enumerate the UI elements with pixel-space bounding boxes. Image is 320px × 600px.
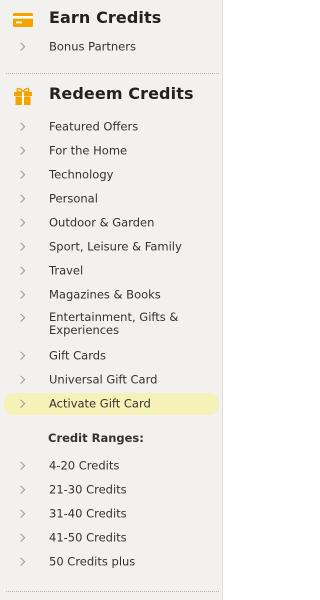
nav-item-label: Technology [49,167,114,182]
section-divider [6,591,219,592]
nav-item-for-the-home[interactable]: For the Home [4,141,219,161]
earn-credits-header: Earn Credits [0,7,223,33]
nav-item-magazines-books[interactable]: Magazines & Books [4,285,219,305]
nav-item-label: 41-50 Credits [49,530,127,545]
nav-item-travel[interactable]: Travel [4,261,219,281]
nav-item-label: 4-20 Credits [49,458,120,473]
nav-item-label: 21-30 Credits [49,482,127,497]
nav-item-bonus-partners[interactable]: Bonus Partners [4,37,219,57]
chevron-right-icon [16,242,26,251]
chevron-right-icon [16,533,26,542]
sidebar: Earn Credits Bonus Partners Redeem Credi… [0,0,223,600]
nav-item-label: Magazines & Books [49,287,161,302]
nav-item-credits-41-50[interactable]: 41-50 Credits [4,528,219,548]
chevron-right-icon [16,375,26,384]
nav-item-personal[interactable]: Personal [4,189,219,209]
nav-item-label: Travel [49,263,84,278]
nav-item-label: Sport, Leisure & Family [49,239,182,254]
chevron-right-icon [16,218,26,227]
nav-item-credits-21-30[interactable]: 21-30 Credits [4,480,219,500]
chevron-right-icon [16,266,26,275]
nav-item-label: Outdoor & Garden [49,215,155,230]
nav-item-credits-31-40[interactable]: 31-40 Credits [4,504,219,524]
chevron-right-icon [16,290,26,299]
nav-item-technology[interactable]: Technology [4,165,219,185]
nav-item-label: Activate Gift Card [49,396,151,411]
chevron-right-icon [16,42,26,51]
nav-item-universal-gift-card[interactable]: Universal Gift Card [4,370,219,390]
nav-item-label: Personal [49,191,98,206]
chevron-right-icon [16,485,26,494]
nav-item-label: For the Home [49,143,128,158]
nav-item-credits-4-20[interactable]: 4-20 Credits [4,456,219,476]
nav-item-gift-cards[interactable]: Gift Cards [4,346,219,366]
nav-item-outdoor-garden[interactable]: Outdoor & Garden [4,213,219,233]
chevron-right-icon [16,351,26,360]
nav-item-label: Entertainment, Gifts & Experiences [49,310,179,337]
chevron-right-icon [16,557,26,566]
chevron-right-icon [16,399,26,408]
earn-credits-title: Earn Credits [49,8,162,27]
redeem-credits-header: Redeem Credits [0,83,223,109]
nav-item-label: Universal Gift Card [49,372,158,387]
nav-item-label: 50 Credits plus [49,554,136,569]
section-divider [6,73,219,74]
chevron-right-icon [16,146,26,155]
nav-item-sport-leisure-family[interactable]: Sport, Leisure & Family [4,237,219,257]
nav-item-entertainment-gifts-experiences[interactable]: Entertainment, Gifts & Experiences [4,308,219,340]
nav-item-label: Featured Offers [49,119,139,134]
nav-item-label: 31-40 Credits [49,506,127,521]
chevron-right-icon [16,313,26,322]
gift-icon [12,86,34,106]
chevron-right-icon [16,122,26,131]
redeem-credits-title: Redeem Credits [49,84,194,103]
nav-item-label: Bonus Partners [49,39,136,54]
chevron-right-icon [16,194,26,203]
nav-item-credits-50-plus[interactable]: 50 Credits plus [4,552,219,572]
chevron-right-icon [16,170,26,179]
credit-ranges-heading: Credit Ranges: [48,431,144,445]
chevron-right-icon [16,509,26,518]
credit-card-icon [12,10,34,30]
nav-item-label: Gift Cards [49,348,107,363]
nav-item-featured-offers[interactable]: Featured Offers [4,117,219,137]
nav-item-activate-gift-card[interactable]: Activate Gift Card [4,393,219,415]
chevron-right-icon [16,461,26,470]
